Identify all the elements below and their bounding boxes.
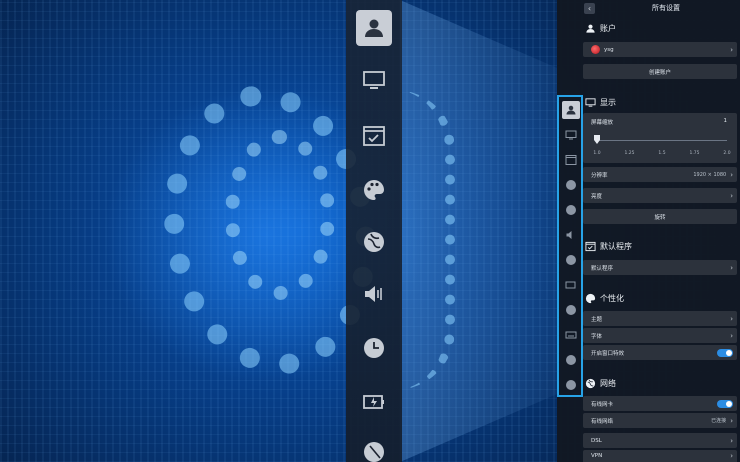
dsl-row[interactable]: DSL ›: [583, 433, 737, 448]
section-account: 账户: [585, 23, 616, 34]
dock-user-icon[interactable]: [356, 10, 392, 46]
chevron-right-icon: ›: [730, 314, 733, 323]
chevron-right-icon: ›: [730, 263, 733, 272]
wired-network-row[interactable]: 有线网络 已连接 ›: [583, 413, 737, 428]
dsl-label: DSL: [591, 437, 602, 444]
dock-display-icon[interactable]: [356, 62, 392, 98]
resolution-value: 1920 × 1080: [693, 171, 727, 178]
account-user-row[interactable]: ysg ›: [583, 42, 737, 57]
nav-sound-icon[interactable]: [562, 226, 580, 244]
create-account-label: 创建账户: [648, 69, 671, 76]
section-display: 显示: [585, 97, 616, 108]
font-label: 字体: [591, 333, 603, 340]
section-account-title: 账户: [600, 24, 616, 33]
dock-clock-icon[interactable]: [356, 330, 392, 366]
nav-clock-icon[interactable]: [562, 251, 580, 269]
wallpaper-logo-inner-ring: [225, 130, 335, 300]
resolution-row[interactable]: 分辨率 1920 × 1080 ›: [583, 167, 737, 182]
create-account-button[interactable]: 创建账户: [583, 64, 737, 79]
section-default-apps: 默认程序: [585, 241, 632, 252]
chevron-right-icon: ›: [730, 170, 733, 179]
screen-scale-slider-track[interactable]: [597, 140, 727, 141]
nav-default-apps-icon[interactable]: [562, 151, 580, 169]
screen-scale-value: 1: [723, 118, 728, 124]
scale-tick-label: 1.0: [593, 151, 601, 156]
screen-scale-label: 屏幕缩放: [591, 120, 614, 126]
settings-nav-icon-column: [557, 95, 583, 397]
panel-title: 所有设置: [652, 4, 680, 12]
wallpaper-arc: [395, 90, 455, 390]
nav-network-icon[interactable]: [562, 201, 580, 219]
nav-update-icon[interactable]: [562, 351, 580, 369]
nav-user-icon[interactable]: [562, 101, 580, 119]
vpn-label: VPN: [591, 453, 603, 459]
account-user-name: ysg: [604, 46, 614, 53]
nav-mouse-icon[interactable]: [562, 301, 580, 319]
default-apps-icon: [585, 241, 596, 252]
font-row[interactable]: 字体 ›: [583, 328, 737, 343]
scale-tick-label: 1.5: [658, 151, 666, 156]
avatar: [591, 45, 600, 54]
theme-label: 主题: [591, 316, 603, 323]
nav-power-icon[interactable]: [562, 276, 580, 294]
scale-tick-label: 1.75: [689, 151, 700, 156]
wired-network-status: 已连接: [711, 418, 727, 424]
nav-display-icon[interactable]: [562, 126, 580, 144]
user-icon: [585, 23, 596, 34]
nav-info-icon[interactable]: [562, 376, 580, 394]
section-default-apps-title: 默认程序: [600, 242, 632, 251]
screen-scale-control: 屏幕缩放 1 1.0 1.25 1.5 1.75 2.0: [583, 113, 737, 163]
back-button[interactable]: ‹: [584, 2, 595, 14]
rotate-button[interactable]: 旋转: [583, 209, 737, 224]
default-apps-label: 默认程序: [591, 265, 614, 272]
chevron-right-icon: ›: [730, 416, 733, 425]
scale-tick-label: 1.25: [624, 151, 635, 156]
settings-content: ‹ 所有设置 账户 ysg › 创建账户 显示 屏幕缩放 1 1.0 1.25 …: [583, 0, 740, 462]
vpn-row[interactable]: VPN ›: [583, 450, 737, 462]
default-apps-row[interactable]: 默认程序 ›: [583, 260, 737, 275]
window-effect-toggle[interactable]: [717, 348, 733, 357]
rotate-label: 旋转: [654, 214, 666, 221]
dock-default-apps-icon[interactable]: [356, 118, 392, 154]
dock-mouse-icon[interactable]: [356, 434, 392, 462]
scale-tick-label: 2.0: [723, 151, 731, 156]
wired-card-label: 有线网卡: [591, 401, 614, 408]
nav-keyboard-icon[interactable]: [562, 326, 580, 344]
section-personalization-title: 个性化: [600, 294, 624, 303]
dock-power-icon[interactable]: [356, 384, 392, 420]
chevron-right-icon: ›: [730, 45, 733, 54]
brightness-row[interactable]: 亮度 ›: [583, 188, 737, 203]
screen-scale-slider-thumb[interactable]: [594, 135, 600, 144]
section-display-title: 显示: [600, 98, 616, 107]
resolution-label: 分辨率: [591, 172, 608, 179]
panel-header: ‹ 所有设置: [583, 0, 737, 16]
brightness-label: 亮度: [591, 193, 603, 200]
chevron-right-icon: ›: [730, 452, 733, 460]
section-network: 网络: [585, 378, 616, 389]
section-network-title: 网络: [600, 379, 616, 388]
network-icon: [585, 378, 596, 389]
dock-palette-icon[interactable]: [356, 172, 392, 208]
palette-icon: [585, 293, 596, 304]
display-icon: [585, 97, 596, 108]
window-effect-label: 开启窗口特效: [591, 350, 625, 357]
chevron-right-icon: ›: [730, 191, 733, 200]
chevron-right-icon: ›: [730, 436, 733, 445]
wired-card-row: 有线网卡: [583, 396, 737, 411]
theme-row[interactable]: 主题 ›: [583, 311, 737, 326]
chevron-right-icon: ›: [730, 331, 733, 340]
wired-network-label: 有线网络: [591, 418, 614, 425]
settings-category-dock: [346, 0, 402, 462]
section-personalization: 个性化: [585, 293, 624, 304]
window-effect-row: 开启窗口特效: [583, 345, 737, 360]
dock-sound-icon[interactable]: [356, 276, 392, 312]
wired-card-toggle[interactable]: [717, 399, 733, 408]
nav-palette-icon[interactable]: [562, 176, 580, 194]
dock-network-icon[interactable]: [356, 224, 392, 260]
chevron-left-icon: ‹: [587, 3, 592, 13]
